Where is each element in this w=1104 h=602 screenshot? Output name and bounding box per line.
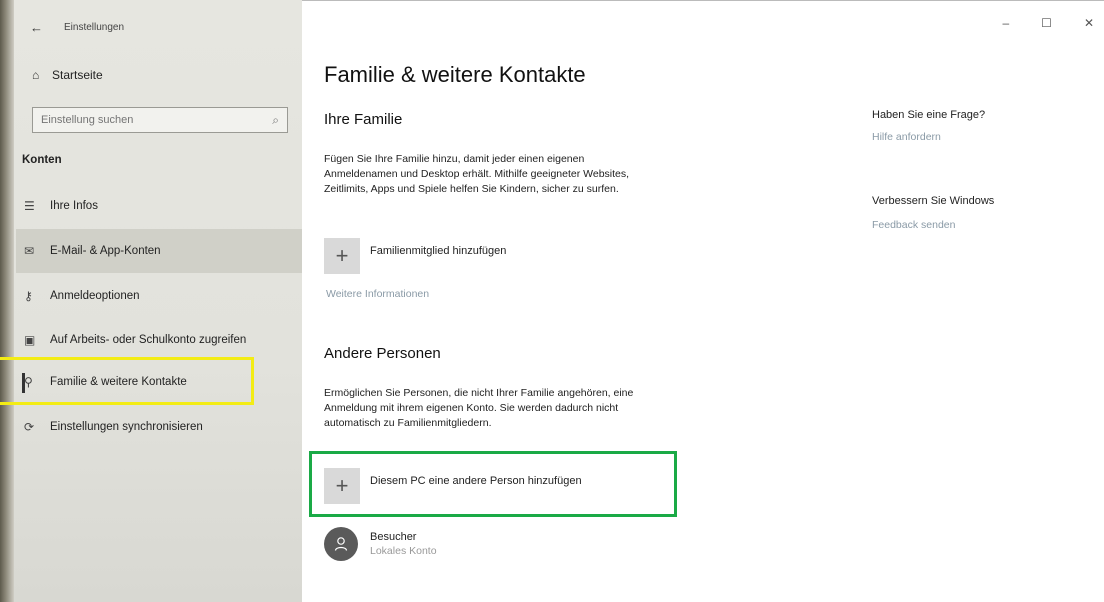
- person-icon: [334, 537, 348, 551]
- back-arrow-icon[interactable]: ←: [30, 20, 50, 35]
- description-line: Ermöglichen Sie Personen, die nicht Ihre…: [324, 387, 634, 399]
- key-icon: ⚷: [24, 289, 33, 303]
- user-name: Besucher: [370, 531, 417, 543]
- window-controls: – ☐ ✕: [1002, 16, 1094, 30]
- add-family-member-button[interactable]: + Familienmitglied hinzufügen: [324, 238, 506, 274]
- sidebar-item-label: Anmeldeoptionen: [50, 290, 140, 302]
- others-heading: Andere Personen: [324, 345, 441, 362]
- section-label-konten: Konten: [22, 154, 62, 166]
- sidebar-item-ihre-infos[interactable]: ☰ Ihre Infos: [16, 184, 302, 228]
- plus-icon: +: [324, 468, 360, 504]
- main-panel: [302, 0, 1104, 602]
- sidebar-item-label: Auf Arbeits- oder Schulkonto zugreifen: [50, 334, 247, 346]
- avatar: [324, 527, 358, 561]
- maximize-icon[interactable]: ☐: [1041, 16, 1052, 30]
- family-heading: Ihre Familie: [324, 111, 403, 128]
- feedback-link[interactable]: Feedback senden: [872, 219, 955, 231]
- sidebar-item-arbeits-schulkonto[interactable]: ▣ Auf Arbeits- oder Schulkonto zugreifen: [16, 318, 302, 362]
- more-info-link[interactable]: Weitere Informationen: [326, 288, 429, 300]
- add-family-member-label: Familienmitglied hinzufügen: [370, 245, 507, 257]
- improve-heading: Verbessern Sie Windows: [872, 195, 995, 207]
- description-line: Zeitlimits, Apps und Spiele helfen Sie K…: [324, 183, 619, 195]
- sync-icon: ⟳: [24, 420, 35, 434]
- sidebar-item-familie[interactable]: ⚲ Familie & weitere Kontakte: [16, 360, 302, 404]
- person-card-icon: ☰: [24, 199, 35, 213]
- help-link[interactable]: Hilfe anfordern: [872, 131, 941, 143]
- people-icon: ⚲: [24, 375, 33, 389]
- sidebar-item-synchronisieren[interactable]: ⟳ Einstellungen synchronisieren: [16, 405, 302, 449]
- user-text: Besucher Lokales Konto: [370, 531, 437, 557]
- sidebar-item-anmeldeoptionen[interactable]: ⚷ Anmeldeoptionen: [16, 274, 302, 318]
- user-account-type: Lokales Konto: [370, 545, 437, 557]
- close-icon[interactable]: ✕: [1084, 16, 1094, 30]
- mail-icon: ✉: [24, 244, 35, 258]
- user-besucher[interactable]: Besucher Lokales Konto: [324, 527, 437, 561]
- description-line: Anmeldung mit ihrem eigenen Konto. Sie w…: [324, 402, 619, 414]
- add-other-person-button[interactable]: + Diesem PC eine andere Person hinzufüge…: [324, 468, 582, 504]
- others-description: Ermöglichen Sie Personen, die nicht Ihre…: [324, 386, 734, 431]
- minimize-icon[interactable]: –: [1002, 16, 1009, 30]
- sidebar-item-label: Ihre Infos: [50, 200, 98, 212]
- home-icon: ⌂: [32, 68, 40, 82]
- sidebar-item-label: E-Mail- & App-Konten: [50, 245, 161, 257]
- sidebar-item-label: Familie & weitere Kontakte: [50, 376, 187, 388]
- sidebar-item-label: Einstellungen synchronisieren: [50, 421, 203, 433]
- sidebar-item-email-app-konten[interactable]: ✉ E-Mail- & App-Konten: [16, 229, 302, 273]
- search-input[interactable]: [41, 114, 273, 126]
- title-bar: ← Einstellungen: [30, 20, 124, 35]
- sidebar: ← Einstellungen ⌂ Startseite ⌕ Konten ☰ …: [0, 0, 302, 602]
- description-line: Fügen Sie Ihre Familie hinzu, damit jede…: [324, 153, 585, 165]
- family-description: Fügen Sie Ihre Familie hinzu, damit jede…: [324, 152, 734, 197]
- window-top-border: [302, 0, 1104, 8]
- nav-home-label: Startseite: [52, 68, 103, 82]
- search-icon[interactable]: ⌕: [272, 113, 279, 128]
- page-title: Familie & weitere Kontakte: [324, 62, 586, 87]
- question-heading: Haben Sie eine Frage?: [872, 109, 986, 121]
- briefcase-icon: ▣: [24, 333, 36, 347]
- nav-home[interactable]: ⌂ Startseite: [32, 68, 103, 82]
- app-title: Einstellungen: [64, 22, 125, 33]
- search-box[interactable]: ⌕: [32, 107, 288, 133]
- description-line: automatisch zu Familienmitgliedern.: [324, 417, 492, 429]
- plus-icon: +: [324, 238, 360, 274]
- add-other-person-label: Diesem PC eine andere Person hinzufügen: [370, 475, 582, 487]
- description-line: Anmeldenamen und Desktop erhält. Mithilf…: [324, 168, 630, 180]
